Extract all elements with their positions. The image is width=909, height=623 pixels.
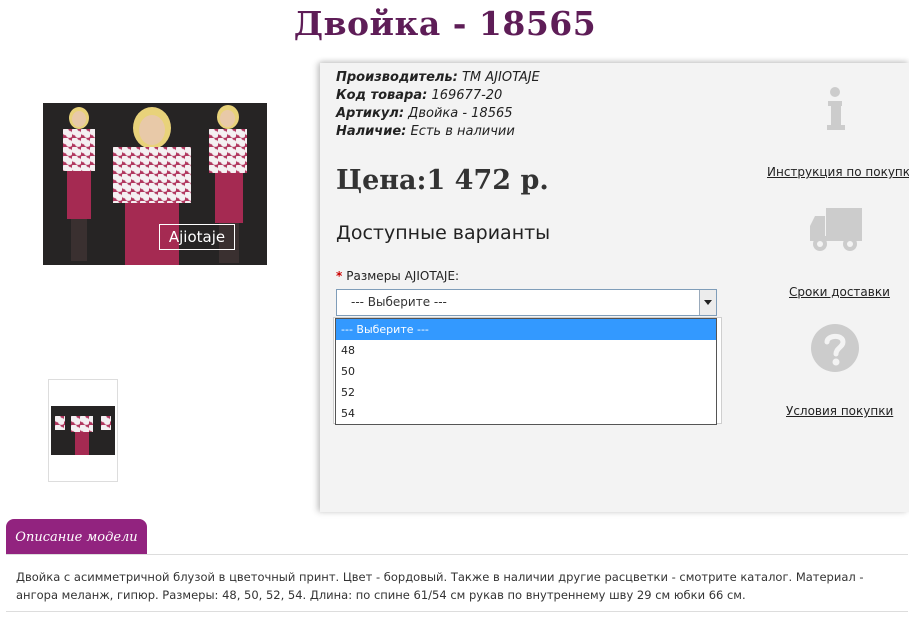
product-meta: Производитель: ТМ AJIOTAJE Код товара: 1…: [336, 69, 540, 141]
chevron-down-icon[interactable]: [699, 290, 716, 315]
size-option[interactable]: --- Выберите ---: [336, 319, 716, 340]
meta-article: Артикул: Двойка - 18565: [336, 106, 513, 121]
size-dropdown-list[interactable]: --- Выберите --- 48 50 52 54: [335, 318, 717, 425]
meta-manufacturer: Производитель: ТМ AJIOTAJE: [336, 70, 540, 85]
size-option[interactable]: 50: [336, 361, 716, 382]
size-option[interactable]: 54: [336, 403, 716, 424]
size-select[interactable]: --- Выберите ---: [336, 289, 717, 316]
meta-product-code: Код товара: 169677-20: [336, 88, 503, 103]
product-price: Цена:1 472 р.: [336, 165, 549, 196]
model-figure-left: [57, 105, 101, 265]
purchase-terms-link[interactable]: Условия покупки: [786, 404, 893, 418]
info-icon: [827, 87, 845, 130]
size-option[interactable]: 52: [336, 382, 716, 403]
product-description: Двойка с асимметричной блузой в цветочны…: [16, 570, 864, 602]
required-mark: *: [336, 269, 343, 283]
product-main-image[interactable]: Ajiotaje: [43, 103, 267, 265]
truck-icon: [810, 208, 862, 251]
variants-heading: Доступные варианты: [336, 222, 551, 244]
delivery-time-link[interactable]: Сроки доставки: [789, 285, 890, 299]
brand-logo: Ajiotaje: [159, 224, 235, 250]
purchase-instructions-link[interactable]: Инструкция по покупке: [767, 165, 909, 179]
meta-availability: Наличие: Есть в наличии: [336, 124, 515, 139]
tab-description[interactable]: Описание модели: [6, 519, 147, 554]
thumbnail-image: [51, 406, 115, 455]
size-option[interactable]: 48: [336, 340, 716, 361]
page-title: Двойка - 18565: [293, 4, 597, 43]
size-label: * Размеры AJIOTAJE:: [336, 269, 460, 283]
question-icon: [811, 324, 859, 372]
size-select-value: --- Выберите ---: [351, 295, 447, 309]
product-thumbnail[interactable]: [48, 379, 118, 482]
